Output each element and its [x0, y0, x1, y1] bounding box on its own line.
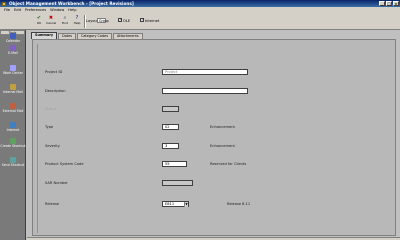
- tab-summary[interactable]: Summary: [31, 32, 58, 39]
- sidebar-item-label: Send Shortcut: [1, 162, 25, 167]
- product-system-code-description: Reserved for Clients: [210, 162, 247, 166]
- form-row-description: Description: [33, 88, 397, 96]
- app-icon: [2, 1, 6, 6]
- sidebar-item-calendar[interactable]: Calendar: [0, 33, 26, 43]
- sidebar-item-email[interactable]: E-Mail: [0, 45, 26, 55]
- help-label: Help: [73, 21, 81, 25]
- sidebar-item-label: External Mail: [2, 108, 24, 113]
- release-value: E811: [165, 202, 175, 206]
- type-field[interactable]: 02: [162, 124, 179, 130]
- title-bar: Object Management Workbench - [Project R…: [0, 0, 400, 7]
- internet-checkbox[interactable]: ✓: [140, 18, 144, 22]
- sar-number-label: SAR Number: [45, 181, 68, 185]
- form-row-sar-number: SAR Number: [33, 180, 397, 188]
- sidebar-item-send-shortcut[interactable]: Send Shortcut: [0, 157, 26, 167]
- tools-sidebar: Tools Calendar E-Mail Work Center Intern…: [0, 30, 26, 240]
- app-window: Object Management Workbench - [Project R…: [0, 0, 400, 240]
- ok-label: OK: [36, 21, 42, 25]
- layout-dropdown-value: Group: [99, 19, 109, 23]
- product-system-code-label: Product System Code: [45, 162, 84, 166]
- type-label: Type: [45, 125, 54, 129]
- product-system-code-value: 55: [165, 162, 170, 166]
- sidebar-item-label: Create Shortcut: [0, 143, 26, 148]
- product-system-code-field[interactable]: 55: [162, 161, 187, 167]
- window-title: Object Management Workbench - [Project R…: [9, 1, 134, 6]
- form-row-product-system-code: Product System Code 55 Reserved for Clie…: [33, 161, 397, 169]
- cancel-button[interactable]: ✖ Cancel: [46, 14, 56, 28]
- ok-button[interactable]: ✔ OK: [34, 14, 44, 28]
- status-field: [162, 106, 179, 112]
- form-row-project-id: Project ID Project: [33, 69, 397, 77]
- minimize-button[interactable]: _: [379, 1, 385, 6]
- find-button[interactable]: ⌕ Find: [60, 14, 70, 28]
- content-area: Summary Dates Category Codes Attachments…: [27, 30, 400, 240]
- layout-dropdown[interactable]: Group: [97, 18, 109, 23]
- cancel-label: Cancel: [46, 21, 57, 25]
- window-controls: _ □ ×: [379, 1, 399, 6]
- release-dropdown[interactable]: E811 ▼: [162, 201, 189, 207]
- release-description: Release 8.11: [227, 202, 251, 206]
- type-description: Enhancement: [210, 125, 235, 129]
- close-button[interactable]: ×: [393, 1, 399, 6]
- project-id-value: Project: [165, 70, 178, 74]
- form-row-type: Type 02 Enhancement: [33, 124, 397, 132]
- sidebar-item-internet[interactable]: Internet: [0, 122, 26, 132]
- find-label: Find: [61, 21, 69, 25]
- sar-number-field: [162, 180, 193, 186]
- sidebar-item-work-center[interactable]: Work Center: [0, 65, 26, 75]
- ole-checkbox[interactable]: ✓: [118, 18, 122, 22]
- toolbar-separator-highlight: [84, 15, 85, 28]
- summary-panel: Project ID Project Description Status Ty…: [32, 39, 396, 236]
- description-field[interactable]: [162, 88, 248, 94]
- type-value: 02: [165, 125, 170, 129]
- ole-label: OLE: [123, 19, 131, 23]
- project-id-field[interactable]: Project: [162, 69, 248, 75]
- form-row-status: Status: [33, 106, 397, 114]
- sidebar-item-external-mail[interactable]: External Mail: [0, 103, 26, 113]
- sidebar-item-create-shortcut[interactable]: Create Shortcut: [0, 138, 26, 148]
- toolbar: ✔ OK ✖ Cancel ⌕ Find ? Help Layout Group…: [0, 13, 400, 30]
- sidebar-item-label: Calendar: [5, 38, 21, 43]
- project-id-label: Project ID: [45, 70, 63, 74]
- release-label: Release: [45, 202, 60, 206]
- severity-label: Severity: [45, 144, 60, 148]
- severity-description: Enhancement: [210, 144, 235, 148]
- chevron-down-icon[interactable]: ▼: [184, 202, 188, 207]
- description-label: Description: [45, 89, 66, 93]
- sidebar-item-label: E-Mail: [8, 50, 18, 55]
- sidebar-item-label: Work Center: [3, 70, 23, 75]
- help-button[interactable]: ? Help: [72, 14, 82, 28]
- severity-value: 3: [165, 144, 168, 148]
- form-row-release: Release E811 ▼ Release 8.11: [33, 201, 397, 209]
- form-row-severity: Severity 3 Enhancement: [33, 143, 397, 151]
- severity-field[interactable]: 3: [162, 143, 179, 149]
- sidebar-item-internal-mail[interactable]: Internal Mail: [0, 84, 26, 94]
- maximize-button[interactable]: □: [386, 1, 392, 6]
- status-label: Status: [45, 107, 57, 111]
- internet-label: Internet: [145, 19, 160, 23]
- sidebar-item-label: Internal Mail: [3, 89, 23, 94]
- sidebar-item-label: Internet: [6, 127, 20, 132]
